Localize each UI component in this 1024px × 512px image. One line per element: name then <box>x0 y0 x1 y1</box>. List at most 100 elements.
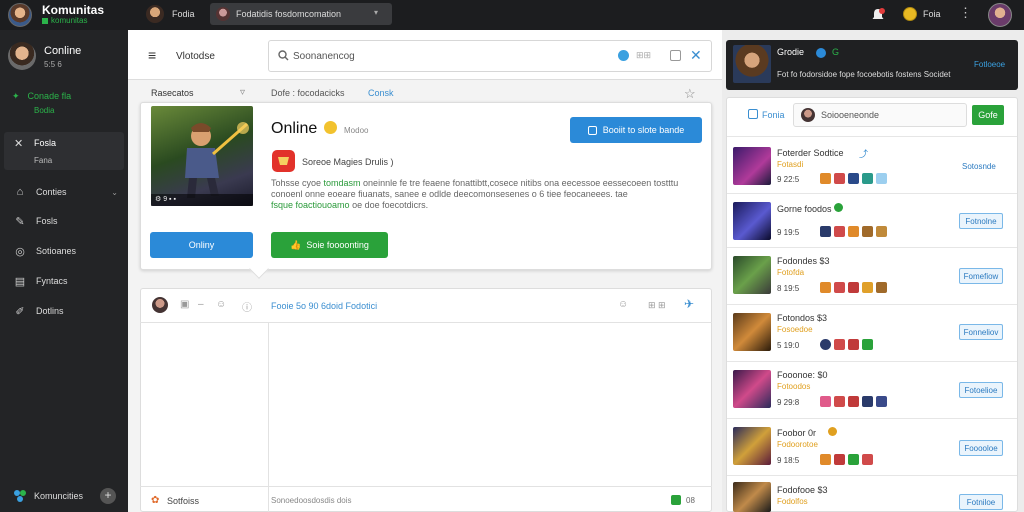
notification-bell-icon[interactable] <box>870 7 886 23</box>
featured-avatar[interactable] <box>733 45 771 83</box>
list-item-tag: Fotasdi <box>777 160 804 169</box>
list-search-box[interactable] <box>793 103 967 127</box>
card-description: Tohsse cyoe tomdasm oneinnle fe tre feae… <box>271 178 691 211</box>
list-item-tag: Fotofda <box>777 268 805 277</box>
list-item-thumbnail[interactable] <box>733 256 771 294</box>
window-icon[interactable] <box>670 50 681 61</box>
status-icon[interactable] <box>618 50 629 61</box>
app-icon[interactable] <box>272 150 295 172</box>
info-icon[interactable]: ⓘ <box>242 299 252 314</box>
sidebar-user-name: Conline <box>44 45 82 57</box>
sidebar-item-globe[interactable]: ◎ Sotioanes <box>0 240 128 262</box>
divider <box>727 136 1017 137</box>
grid-icon[interactable]: ⊞ ⊞ <box>648 300 666 311</box>
search-input[interactable] <box>293 51 593 62</box>
list-item-name[interactable]: Fooonoe: $0 <box>777 370 828 380</box>
divider <box>727 193 1017 194</box>
sidebar-item-chart[interactable]: ▤ Fyntacs <box>0 270 128 292</box>
online-button[interactable]: Onliny <box>150 232 253 258</box>
star-icon[interactable]: ☆ <box>684 86 696 102</box>
coin-label[interactable]: Foia <box>923 9 941 19</box>
topbar-user-name[interactable]: Fodia <box>172 9 195 19</box>
chat-footer-label[interactable]: Sotfoiss <box>167 496 199 506</box>
list-search-input[interactable]: Soiooeneonde <box>821 110 879 120</box>
featured-title: Grodie <box>777 47 805 57</box>
list-item-meta: 9 19:5 <box>777 228 800 237</box>
list-item-tag: Fodoorotoe <box>777 440 818 449</box>
app-label[interactable]: Soreoe Magies Drulis ) <box>302 157 394 167</box>
hamburger-menu-icon[interactable]: ≡ <box>148 48 156 62</box>
reaction-icons <box>820 282 887 293</box>
grid-icon[interactable]: ⊞⊞ <box>636 50 651 61</box>
list-item-thumbnail[interactable] <box>733 482 771 512</box>
game-character-image[interactable] <box>151 106 253 206</box>
smile-icon[interactable]: ☺ <box>618 299 628 310</box>
list-item-action[interactable]: Fotoelioe <box>959 382 1003 398</box>
list-item-action[interactable]: Fomefiow <box>959 268 1003 284</box>
tools-icon: ✕ <box>14 138 24 150</box>
desc-highlight[interactable]: tomdasm <box>324 178 361 188</box>
list-item-action[interactable]: Fonneliov <box>959 324 1003 340</box>
edit-icon: ✎ <box>15 215 25 228</box>
list-item-thumbnail[interactable] <box>733 370 771 408</box>
search-avatar <box>801 108 815 122</box>
sidebar-item-community[interactable]: ✦ Conade fla <box>12 91 71 102</box>
list-item-thumbnail[interactable] <box>733 427 771 465</box>
list-item-name[interactable]: Fodofooe $3 <box>777 485 828 495</box>
list-item-action[interactable]: Fooooloe <box>959 440 1003 456</box>
add-community-button[interactable]: + <box>100 488 116 504</box>
list-item-thumbnail[interactable] <box>733 202 771 240</box>
list-item-name[interactable]: Gorne foodos <box>777 204 832 214</box>
sidebar-user-avatar[interactable] <box>8 42 36 70</box>
filter-icon[interactable] <box>748 109 758 119</box>
topbar-tab-label[interactable]: Fodatidis fosdomcomation <box>236 9 341 19</box>
list-item-action[interactable]: Fotnolne <box>959 213 1003 229</box>
sidebar-bottom-label[interactable]: Komuncities <box>34 491 83 501</box>
list-item-name[interactable]: Foterder Sodtice <box>777 148 844 158</box>
chevron-down-icon[interactable]: ▾ <box>374 8 378 17</box>
gear-icon[interactable]: ✿ <box>151 495 159 506</box>
more-menu-icon[interactable]: ⋮ <box>959 6 972 19</box>
list-item-action[interactable]: Sotosnde <box>962 162 996 171</box>
filter-icon[interactable]: ▿ <box>240 87 245 98</box>
chat-input[interactable]: Sonoedoosdosdis dois <box>271 496 352 505</box>
chevron-down-icon[interactable]: ⌄ <box>111 188 118 197</box>
chat-title[interactable]: Fooie 5o 90 6doid Fodotici <box>271 301 377 311</box>
chat-avatar[interactable] <box>152 297 168 313</box>
send-icon[interactable] <box>671 495 681 505</box>
sidebar-item-edit[interactable]: ✎ Fosls <box>0 210 128 232</box>
image-stats-bar: ⚙ 9 ▪ ▪ <box>151 194 253 206</box>
primary-action-button[interactable]: Booiit to slote bande <box>570 117 702 143</box>
emoji-icon[interactable]: ☺ <box>216 299 226 310</box>
list-item-thumbnail[interactable] <box>733 313 771 351</box>
home-icon: ⌂ <box>16 186 24 198</box>
sidebar-item-community-sub: Bodia <box>34 106 55 115</box>
coin-icon <box>828 427 837 436</box>
profile-avatar[interactable] <box>988 3 1012 27</box>
breadcrumb-link[interactable]: Consk <box>368 88 394 98</box>
community-icon <box>12 488 28 504</box>
list-item-action[interactable]: Fotniloe <box>959 494 1003 510</box>
coin-icon <box>903 7 917 21</box>
sidebar-item-pen[interactable]: ✐ Dotlins <box>0 300 128 322</box>
list-item-name[interactable]: Fodondes $3 <box>777 256 830 266</box>
filter-label[interactable]: Fonia <box>762 110 785 120</box>
brand-title: Komunitas <box>42 3 105 17</box>
brand-avatar[interactable] <box>8 3 32 27</box>
reaction-icons <box>820 226 887 237</box>
sidebar-item-active-sub: Fana <box>34 156 53 165</box>
list-item-thumbnail[interactable] <box>733 147 771 185</box>
minus-icon[interactable]: – <box>198 299 204 310</box>
list-item-name[interactable]: Foobor 0r <box>777 428 816 438</box>
pin-icon[interactable]: ✈ <box>684 297 694 311</box>
list-item-name[interactable]: Fotondos $3 <box>777 313 827 323</box>
image-icon[interactable]: ▣ <box>180 299 189 310</box>
follow-button[interactable]: 👍 Soie foooonting <box>271 232 388 258</box>
featured-link[interactable]: Fotloeoe <box>974 60 1005 69</box>
sidebar-item-home[interactable]: ⌂ Conties ⌄ <box>0 181 128 203</box>
topbar-user-avatar[interactable] <box>146 5 164 23</box>
online-status: Online <box>271 120 318 137</box>
list-search-button[interactable]: Gofe <box>972 105 1004 125</box>
desc-highlight[interactable]: fsque foactiouoamo <box>271 200 350 210</box>
close-icon[interactable]: ✕ <box>690 47 702 64</box>
